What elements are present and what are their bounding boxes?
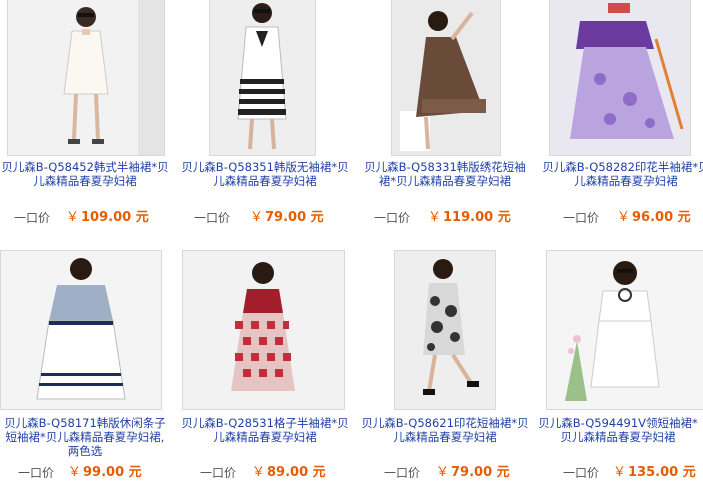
product-title-link[interactable]: 贝儿森B-Q58351韩版无袖裙*贝儿森精品春夏孕妇裙 — [180, 160, 350, 188]
product-image[interactable] — [209, 0, 316, 156]
price-label: 一口价 — [194, 211, 231, 225]
price-row: 一口价 ￥ 135.00 元 — [533, 464, 703, 482]
price-value: ￥ 99.00 元 — [68, 465, 142, 480]
price-value: ￥ 119.00 元 — [428, 210, 511, 225]
price-label: 一口价 — [384, 466, 421, 480]
price-value: ￥ 96.00 元 — [617, 210, 691, 225]
price-value: ￥ 79.00 元 — [250, 210, 324, 225]
price-label: 一口价 — [374, 211, 411, 225]
product-title-link[interactable]: 贝儿森B-Q594491V领短袖裙*贝儿森精品春夏孕妇裙 — [533, 416, 703, 444]
price-label: 一口价 — [14, 211, 51, 225]
price-value: ￥ 79.00 元 — [436, 465, 510, 480]
price-row: 一口价 ￥ 89.00 元 — [180, 464, 350, 482]
product-image[interactable] — [0, 250, 162, 410]
price-row: 一口价 ￥ 119.00 元 — [360, 209, 530, 227]
price-label: 一口价 — [563, 211, 600, 225]
product-title-link[interactable]: 贝儿森B-Q58282印花半袖裙*贝儿森精品春夏孕妇裙 — [541, 160, 703, 188]
price-row: 一口价 ￥ 109.00 元 — [0, 209, 170, 227]
price-label: 一口价 — [18, 466, 55, 480]
product-title-link[interactable]: 贝儿森B-Q58331韩版绣花短袖裙*贝儿森精品春夏孕妇裙 — [360, 160, 530, 188]
product-image[interactable] — [549, 0, 691, 156]
price-label: 一口价 — [200, 466, 237, 480]
price-value: ￥ 109.00 元 — [66, 210, 149, 225]
price-label: 一口价 — [563, 466, 600, 480]
product-title-link[interactable]: 贝儿森B-Q28531格子半袖裙*贝儿森精品春夏孕妇裙 — [180, 416, 350, 444]
price-row: 一口价 ￥ 79.00 元 — [360, 464, 530, 482]
product-image[interactable] — [546, 250, 703, 410]
price-value: ￥ 135.00 元 — [613, 465, 696, 480]
product-image[interactable] — [182, 250, 345, 410]
price-row: 一口价 ￥ 79.00 元 — [180, 209, 350, 227]
product-title-link[interactable]: 贝儿森B-Q58621印花短袖裙*贝儿森精品春夏孕妇裙 — [360, 416, 530, 444]
product-image[interactable] — [394, 250, 496, 410]
price-row: 一口价 ￥ 96.00 元 — [541, 209, 703, 227]
price-value: ￥ 89.00 元 — [252, 465, 326, 480]
product-image[interactable] — [7, 0, 165, 156]
product-title-link[interactable]: 贝儿森B-Q58452韩式半袖裙*贝儿森精品春夏孕妇裙 — [0, 160, 170, 188]
product-title-link[interactable]: 贝儿森B-Q58171韩版休闲条子短袖裙*贝儿森精品春夏孕妇裙,两色选 — [0, 416, 170, 458]
price-row: 一口价 ￥ 99.00 元 — [0, 464, 170, 482]
product-image[interactable] — [391, 0, 501, 156]
